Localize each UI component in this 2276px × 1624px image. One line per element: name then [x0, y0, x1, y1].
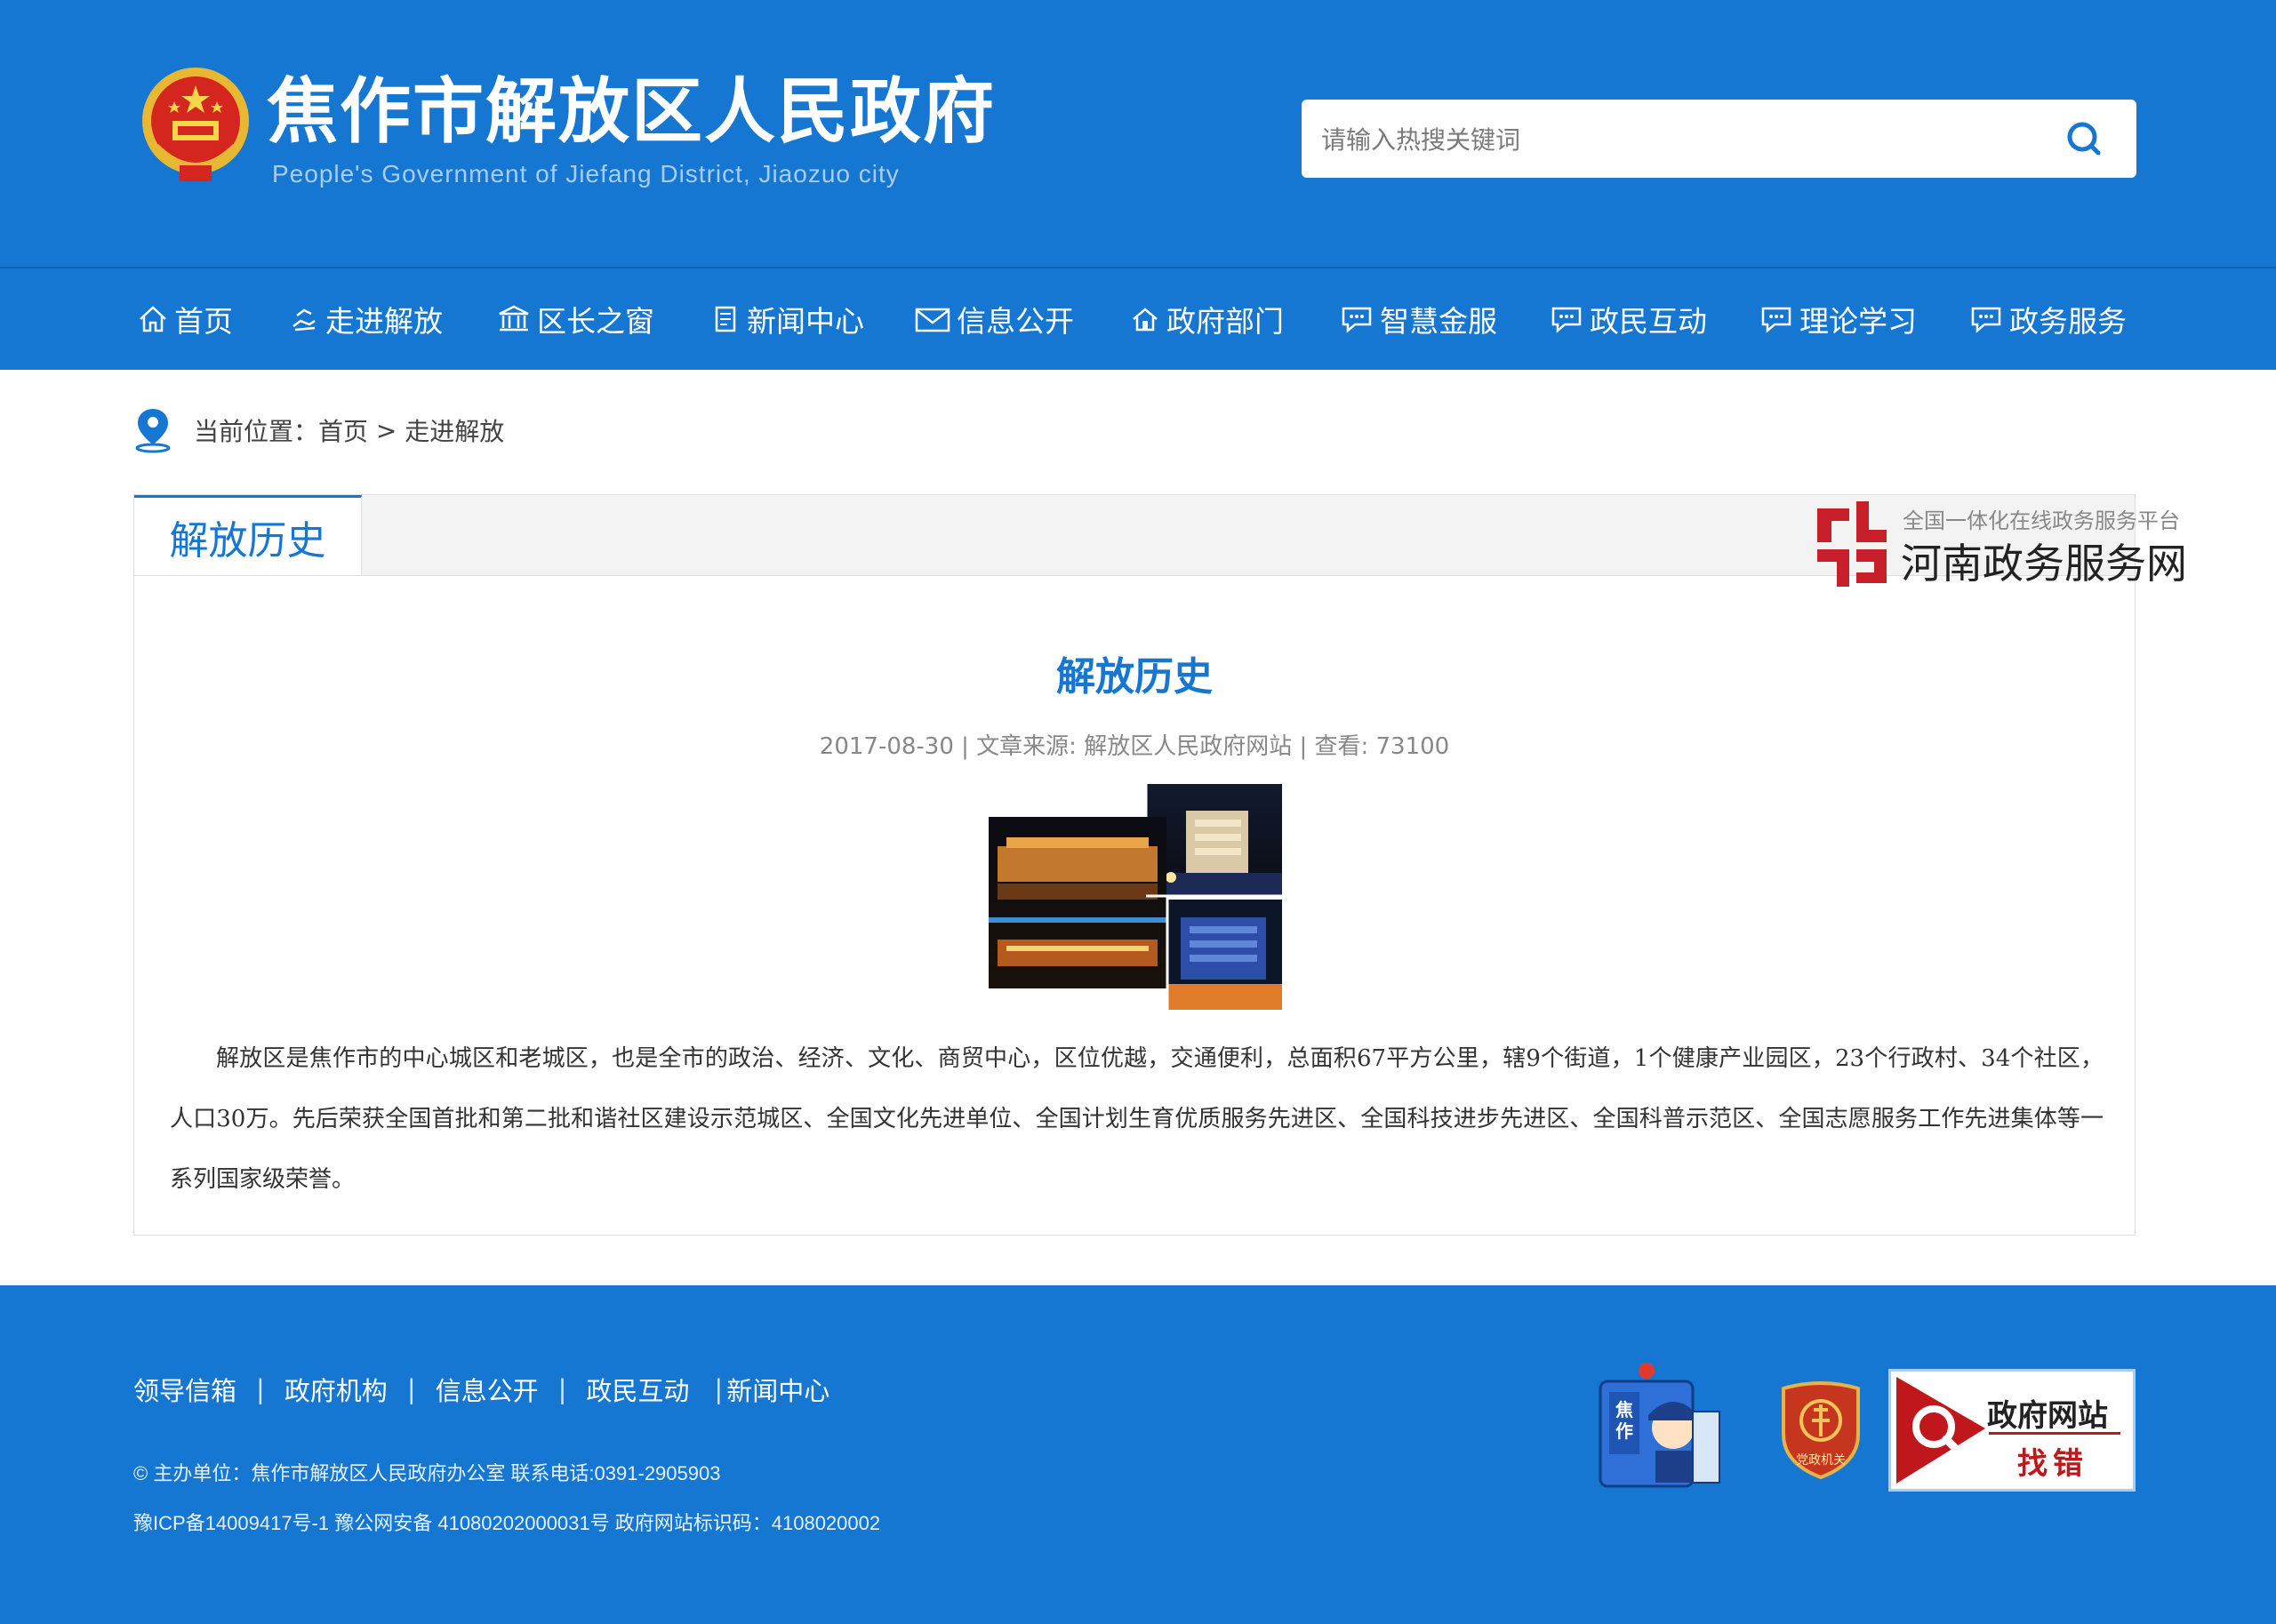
breadcrumb-separator: >: [368, 415, 405, 445]
nav-label: 区长之窗: [537, 304, 654, 339]
find-error-divider: [1989, 1432, 2120, 1435]
nav-label: 走进解放: [325, 304, 443, 339]
nav-item-interaction[interactable]: 政民互动: [1549, 268, 1707, 370]
nav-label: 新闻中心: [747, 304, 864, 339]
nav-item-news[interactable]: 新闻中心: [709, 268, 864, 370]
search-box: [1302, 100, 2136, 180]
chat-icon: [1761, 307, 1791, 333]
nav-label: 政民互动: [1590, 304, 1707, 339]
badge-caption: 全国一体化在线政务服务平台: [1903, 508, 2180, 533]
breadcrumb-current-link[interactable]: 走进解放: [405, 412, 504, 448]
chat-icon: [1971, 307, 2001, 333]
footer-organizer: © 主办单位：焦作市解放区人民政府办公室 联系电话:0391-2905903: [133, 1462, 721, 1484]
breadcrumb-home-link[interactable]: 首页: [318, 412, 368, 448]
breadcrumb: 当前位置： 首页 > 走进解放: [133, 407, 504, 453]
footer-link-interaction[interactable]: 政民互动: [586, 1371, 689, 1408]
nav-label: 首页: [174, 304, 233, 339]
find-error-subtitle: 找错: [2017, 1446, 2088, 1482]
henan-service-badge[interactable]: 全国一体化在线政务服务平台 河南政务服务网: [1814, 498, 2196, 596]
content-panel: 解放历史 解放历史 2017-08-30 | 文章来源: 解放区人民政府网站 |…: [133, 494, 2136, 1236]
site-title: 焦作市解放区人民政府: [267, 70, 996, 153]
nav-item-info[interactable]: 信息公开: [914, 268, 1074, 370]
nav-label: 理论学习: [1799, 304, 1917, 339]
footer-link-agencies[interactable]: 政府机构: [284, 1371, 388, 1408]
nav-item-services[interactable]: 政务服务: [1968, 268, 2127, 370]
nav-label: 政府部门: [1166, 304, 1284, 339]
tab-history[interactable]: 解放历史: [134, 495, 362, 575]
government-building-icon: [499, 305, 529, 332]
site-header: 焦作市解放区人民政府 People's Government of Jiefan…: [0, 0, 2276, 267]
footer-separator: |: [557, 1374, 567, 1404]
party-government-badge[interactable]: 党政机关: [1778, 1381, 1863, 1480]
site-subtitle: People's Government of Jiefang District,…: [272, 160, 900, 188]
article-title: 解放历史: [1056, 654, 1213, 700]
footer-link-info-disclosure[interactable]: 信息公开: [436, 1371, 539, 1408]
party-badge-text: 党政机关: [1796, 1453, 1846, 1468]
nav-label: 智慧金服: [1380, 304, 1497, 339]
badge-title: 河南政务服务网: [1901, 540, 2187, 588]
location-pin-icon: [135, 409, 171, 453]
home-icon: [140, 306, 166, 332]
search-button[interactable]: [2048, 112, 2120, 165]
footer-link-news[interactable]: 新闻中心: [726, 1371, 829, 1408]
national-emblem-icon: [142, 68, 249, 181]
house-icon: [1133, 308, 1158, 332]
breadcrumb-prefix: 当前位置：: [194, 417, 319, 446]
search-input[interactable]: [1319, 100, 2034, 180]
article-meta: 2017-08-30 | 文章来源: 解放区人民政府网站 | 查看: 73100: [819, 733, 1450, 760]
article-photo-collage: [989, 784, 1282, 1010]
police-badge-text: 焦作: [1615, 1399, 1633, 1442]
nav-label: 政务服务: [2009, 304, 2127, 339]
search-icon: [2067, 122, 2101, 156]
footer-link-leader-mailbox[interactable]: 领导信箱: [133, 1371, 236, 1408]
nav-item-about[interactable]: 走进解放: [288, 268, 443, 370]
magnifier-icon: [1896, 1377, 1985, 1484]
article-body: 解放区是焦作市的中心城区和老城区，也是全市的政治、经济、文化、商贸中心，区位优越…: [170, 1045, 2104, 1193]
main-nav: 首页 走进解放 区长之窗 新闻中心 信息公开 政府部门 智慧金服 政民互动 理论…: [0, 267, 2276, 370]
footer-separator: |: [256, 1374, 265, 1404]
document-icon: [715, 306, 736, 332]
henan-service-logo-icon: [1817, 501, 1887, 587]
hand-icon: [293, 308, 316, 332]
nav-item-mayor[interactable]: 区长之窗: [496, 268, 654, 370]
nav-item-finance[interactable]: 智慧金服: [1339, 268, 1497, 370]
mail-icon: [915, 308, 950, 332]
find-error-title: 政府网站: [1987, 1398, 2108, 1434]
footer-separator: |: [406, 1374, 416, 1404]
site-footer: 领导信箱 | 政府机构 | 信息公开 | 政民互动 | 新闻中心 © 主办单位：…: [0, 1285, 2276, 1624]
footer-registration: 豫ICP备14009417号-1 豫公网安备 41080202000031号 政…: [133, 1512, 881, 1534]
chat-icon: [1551, 307, 1582, 333]
find-error-button[interactable]: 政府网站 找错: [1888, 1369, 2136, 1492]
nav-item-home[interactable]: 首页: [137, 268, 233, 370]
nav-label: 信息公开: [957, 304, 1074, 339]
chat-icon: [1342, 307, 1372, 333]
footer-separator: |: [714, 1374, 724, 1404]
nav-item-theory[interactable]: 理论学习: [1759, 268, 1917, 370]
nav-item-departments[interactable]: 政府部门: [1129, 268, 1284, 370]
police-badge[interactable]: 焦作: [1593, 1362, 1725, 1492]
footer-links: 领导信箱 | 政府机构 | 信息公开 | 政民互动 | 新闻中心: [133, 1371, 829, 1408]
